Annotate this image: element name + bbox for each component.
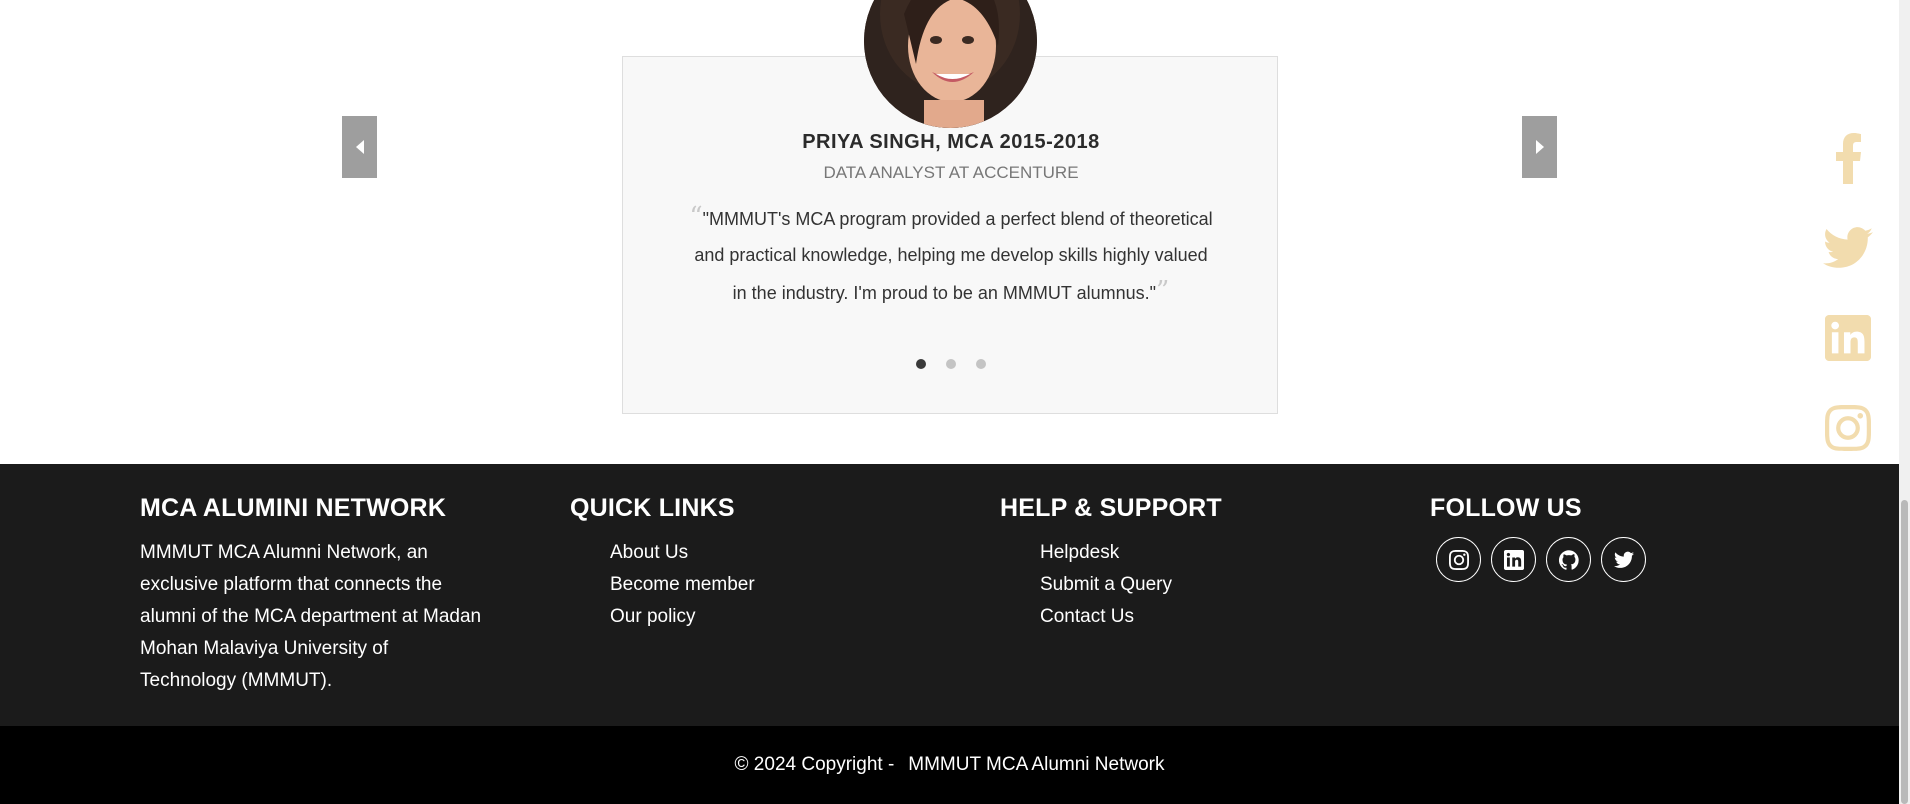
list-item: Become member [610, 569, 755, 601]
facebook-icon [1836, 133, 1861, 184]
our-policy-link[interactable]: Our policy [610, 606, 696, 627]
copyright-bar: © 2024 Copyright - MMMUT MCA Alumni Netw… [0, 726, 1899, 804]
support-list: Helpdesk Submit a Query Contact Us [1000, 537, 1222, 633]
carousel-prev-button[interactable] [342, 116, 377, 178]
carousel-next-button[interactable] [1522, 116, 1557, 178]
github-icon [1558, 549, 1579, 570]
list-item: Contact Us [1040, 601, 1222, 633]
side-twitter-link[interactable] [1822, 218, 1874, 278]
support-heading: HELP & SUPPORT [1000, 494, 1222, 522]
footer-about: MCA ALUMINI NETWORK MMMUT MCA Alumni Net… [140, 494, 485, 697]
copyright-prefix: © 2024 Copyright - [734, 754, 895, 775]
carousel-indicators [623, 359, 1279, 369]
close-quote-icon: ” [1156, 276, 1170, 306]
page-scrollbar[interactable] [1899, 0, 1910, 804]
follow-heading: FOLLOW US [1430, 494, 1582, 522]
testimonial-name: PRIYA SINGH, MCA 2015-2018 [802, 131, 1100, 153]
footer-about-text: MMMUT MCA Alumni Network, an exclusive p… [140, 542, 482, 691]
testimonial-section: PRIYA SINGH, MCA 2015-2018 DATA ANALYST … [0, 0, 1899, 464]
helpdesk-link[interactable]: Helpdesk [1040, 542, 1119, 563]
testimonial-role: DATA ANALYST AT ACCENTURE [823, 163, 1079, 182]
testimonial-quote-text: "MMMUT's MCA program provided a perfect … [694, 209, 1213, 303]
side-instagram-link[interactable] [1822, 398, 1874, 458]
become-member-link[interactable]: Become member [610, 574, 755, 595]
quick-links-list: About Us Become member Our policy [570, 537, 755, 633]
side-linkedin-link[interactable] [1822, 308, 1874, 368]
list-item: Submit a Query [1040, 569, 1222, 601]
footer-follow: FOLLOW US [1430, 494, 1646, 582]
footer-support: HELP & SUPPORT Helpdesk Submit a Query C… [1000, 494, 1222, 633]
linkedin-icon [1825, 315, 1871, 361]
twitter-icon [1823, 227, 1873, 268]
footer-linkedin-link[interactable] [1491, 537, 1536, 582]
list-item: Helpdesk [1040, 537, 1222, 569]
footer-github-link[interactable] [1546, 537, 1591, 582]
caret-left-icon [355, 140, 364, 154]
footer-twitter-link[interactable] [1601, 537, 1646, 582]
follow-icons [1436, 537, 1646, 582]
open-quote-icon: “ [689, 202, 703, 232]
caret-right-icon [1535, 140, 1544, 154]
about-us-link[interactable]: About Us [610, 542, 688, 563]
footer-instagram-link[interactable] [1436, 537, 1481, 582]
linkedin-icon [1503, 549, 1524, 570]
site-footer: MCA ALUMINI NETWORK MMMUT MCA Alumni Net… [0, 464, 1899, 726]
carousel-dot-2[interactable] [946, 359, 956, 369]
footer-quick-links: QUICK LINKS About Us Become member Our p… [570, 494, 755, 633]
footer-about-heading: MCA ALUMINI NETWORK [140, 494, 447, 522]
instagram-icon [1448, 549, 1469, 570]
carousel-dot-1[interactable] [916, 359, 926, 369]
testimonial-quote: “"MMMUT's MCA program provided a perfect… [685, 199, 1217, 311]
copyright-site-link[interactable]: MMMUT MCA Alumni Network [908, 754, 1164, 776]
quick-links-heading: QUICK LINKS [570, 494, 735, 522]
side-facebook-link[interactable] [1822, 128, 1874, 188]
instagram-icon [1825, 405, 1871, 451]
list-item: Our policy [610, 601, 755, 633]
list-item: About Us [610, 537, 755, 569]
submit-query-link[interactable]: Submit a Query [1040, 574, 1172, 595]
twitter-icon [1613, 551, 1634, 568]
contact-us-link[interactable]: Contact Us [1040, 606, 1134, 627]
scrollbar-thumb[interactable] [1901, 500, 1908, 804]
carousel-dot-3[interactable] [976, 359, 986, 369]
